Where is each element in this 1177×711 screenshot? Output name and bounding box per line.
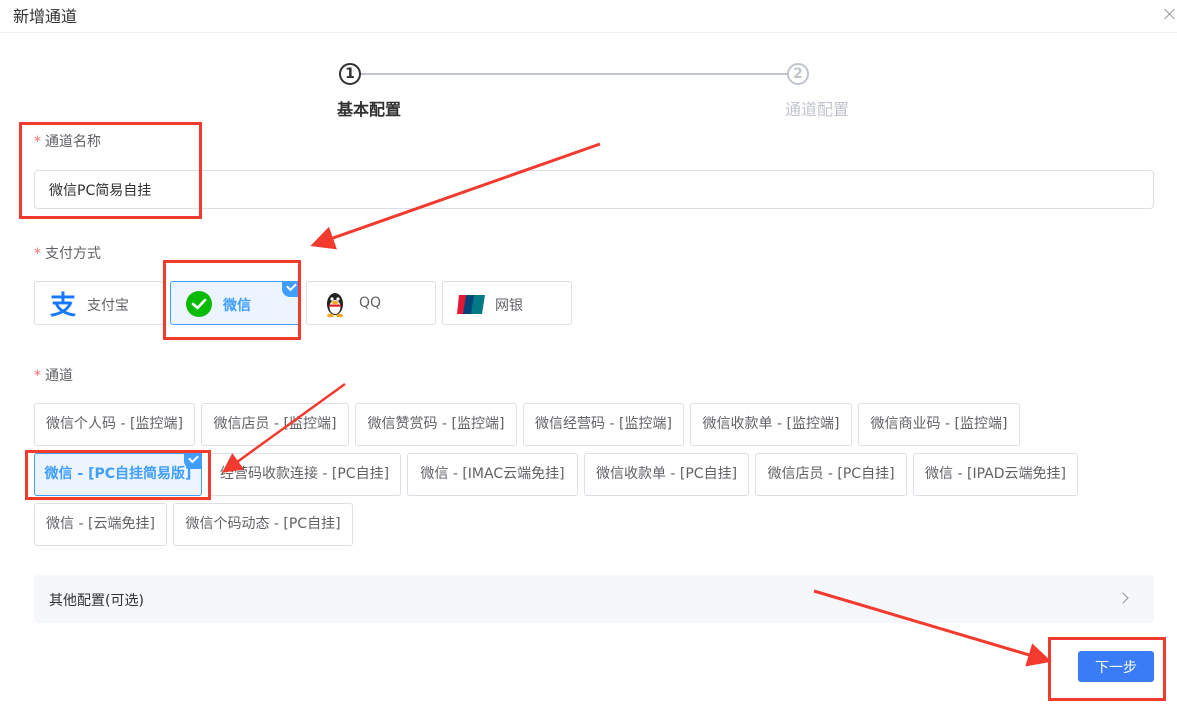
channel-option[interactable]: 微信赞赏码 - [监控端] — [355, 403, 517, 446]
channel-label-text: 通道 — [45, 368, 73, 384]
channel-option[interactable]: 微信经营码 - [监控端] — [523, 403, 684, 446]
qq-penguin-icon — [327, 293, 343, 318]
payment-option-qq[interactable]: QQ — [306, 281, 436, 325]
channel-option[interactable]: 微信 - [云端免挂] — [34, 503, 167, 546]
channel-name-label: * 通道名称 — [34, 131, 101, 151]
channel-option[interactable]: 微信收款单 - [PC自挂] — [584, 453, 749, 496]
step-2-label: 通道配置 — [785, 100, 850, 119]
channel-option[interactable]: 微信个人码 - [监控端] — [34, 403, 195, 446]
required-mark: * — [34, 134, 41, 150]
alipay-icon: 支 — [50, 291, 76, 318]
channel-option[interactable]: 微信 - [IMAC云端免挂] — [407, 453, 578, 496]
channel-option[interactable]: 微信店员 - [监控端] — [201, 403, 349, 446]
payment-option-wechat[interactable]: 微信 — [170, 281, 300, 325]
selected-check-icon — [184, 453, 202, 469]
unionpay-icon — [457, 295, 485, 314]
channel-option-selected[interactable]: 微信 - [PC自挂简易版] — [34, 453, 202, 496]
step-1-label: 基本配置 — [337, 100, 402, 119]
payment-method-label-text: 支付方式 — [45, 246, 101, 262]
channel-name-input[interactable] — [34, 170, 1154, 209]
chevron-right-icon — [1117, 592, 1129, 604]
payment-method-label: * 支付方式 — [34, 243, 101, 263]
payment-option-label: 微信 — [223, 298, 251, 314]
next-step-button[interactable]: 下一步 — [1078, 651, 1154, 682]
svg-text:支: 支 — [50, 291, 76, 318]
channel-option[interactable]: 微信 - [IPAD云端免挂] — [913, 453, 1078, 496]
title-divider — [0, 32, 1177, 33]
payment-option-label: 支付宝 — [87, 298, 129, 314]
channel-option[interactable]: 微信个码动态 - [PC自挂] — [173, 503, 353, 546]
dialog-title: 新增通道 — [13, 7, 78, 26]
payment-option-unionpay[interactable]: 网银 — [442, 281, 572, 325]
channel-option[interactable]: 经营码收款连接 - [PC自挂] — [208, 453, 401, 496]
wechat-icon — [186, 291, 212, 317]
other-config-panel[interactable]: 其他配置(可选) — [34, 575, 1154, 623]
close-icon[interactable] — [1162, 6, 1177, 22]
step-1-circle: 1 — [339, 63, 361, 85]
channel-option[interactable]: 微信收款单 - [监控端] — [690, 403, 852, 446]
channel-option-label: 微信 - [PC自挂简易版] — [44, 466, 192, 482]
step-2-circle: 2 — [787, 63, 809, 85]
selected-check-icon — [282, 281, 300, 297]
payment-option-label: QQ — [359, 295, 382, 311]
channel-name-label-text: 通道名称 — [45, 134, 101, 150]
required-mark: * — [34, 368, 41, 384]
payment-option-alipay[interactable]: 支 支付宝 — [34, 281, 164, 325]
step-connector-line — [361, 73, 787, 75]
other-config-label: 其他配置(可选) — [49, 593, 144, 609]
channel-option[interactable]: 微信店员 - [PC自挂] — [755, 453, 907, 496]
payment-option-label: 网银 — [495, 298, 523, 314]
channel-option[interactable]: 微信商业码 - [监控端] — [858, 403, 1020, 446]
channel-label: * 通道 — [34, 365, 73, 385]
required-mark: * — [34, 246, 41, 262]
